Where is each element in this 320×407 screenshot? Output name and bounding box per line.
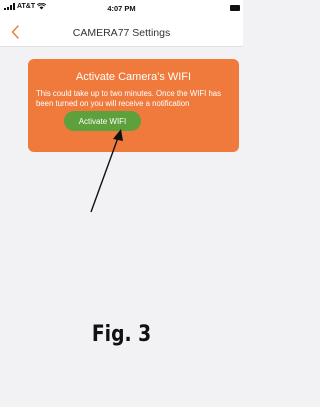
page-title: CAMERA77 Settings	[72, 27, 171, 39]
status-time: 4:07 PM	[107, 4, 136, 13]
activate-wifi-panel: Activate Camera's WIFI This could take u…	[28, 59, 239, 152]
battery-icon	[230, 5, 240, 11]
figure-caption: Fig. 3	[91, 322, 152, 347]
panel-title: Activate Camera's WIFI	[75, 71, 192, 83]
panel-message: This could take up to two minutes. Once …	[36, 89, 222, 108]
status-bar: AT&T 4:07 PM	[0, 0, 243, 20]
activate-wifi-button[interactable]: Activate WIFI	[64, 111, 141, 131]
navigation-bar: CAMERA77 Settings	[0, 20, 243, 47]
